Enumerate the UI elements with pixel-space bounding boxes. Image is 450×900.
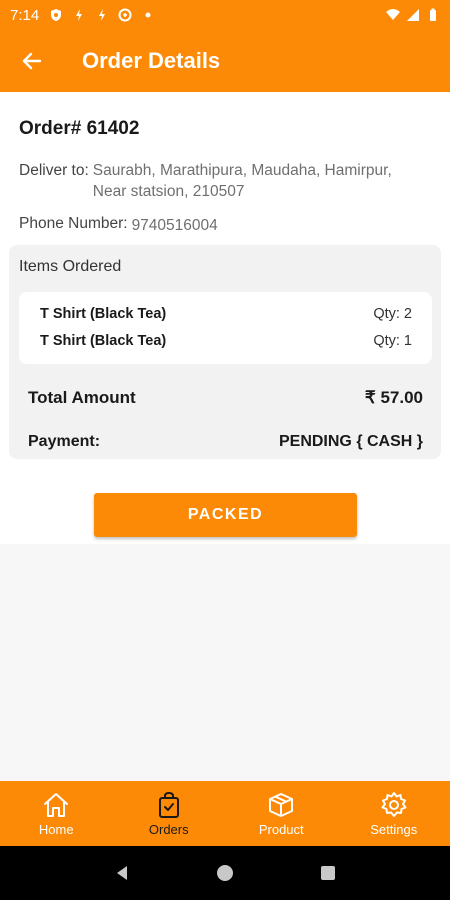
deliver-value: Saurabh, Marathipura, Maudaha, Hamirpur,…: [92, 162, 392, 200]
bolt-icon: [99, 9, 106, 21]
item-qty: Qty: 1: [373, 333, 412, 349]
items-title: Items Ordered: [19, 258, 122, 275]
nav-item-settings[interactable]: Settings: [338, 781, 450, 846]
items-list: T Shirt (Black Tea) Qty: 2 T Shirt (Blac…: [19, 292, 432, 364]
nav-label-product: Product: [258, 822, 304, 837]
payment-value: PENDING { CASH }: [278, 433, 423, 450]
recents-square-icon[interactable]: [318, 863, 338, 883]
items-card: Items Ordered T Shirt (Black Tea) Qty: 2…: [9, 245, 441, 459]
status-time: 7:14: [10, 6, 40, 24]
nav-label-orders: Orders: [148, 822, 189, 837]
phone-label: Phone Number:: [19, 215, 128, 232]
list-item: T Shirt (Black Tea) Qty: 1: [19, 333, 432, 360]
item-name: T Shirt (Black Tea): [40, 306, 167, 322]
sync-icon: [118, 8, 132, 22]
shield-icon: [51, 9, 62, 21]
settings-icon: [381, 792, 407, 817]
status-bar: 7:14: [0, 0, 450, 30]
system-nav-bar: [0, 846, 450, 900]
list-item: T Shirt (Black Tea) Qty: 2: [19, 306, 432, 333]
item-qty: Qty: 2: [373, 306, 412, 322]
deliver-label: Deliver to:: [19, 162, 89, 179]
app-bar: Order Details: [0, 30, 450, 92]
total-label: Total Amount: [28, 388, 136, 407]
item-name: T Shirt (Black Tea): [40, 333, 167, 349]
bolt-icon: [76, 9, 83, 21]
order-details-content: Order# 61402 Deliver to: Saurabh, Marath…: [0, 92, 450, 544]
bottom-nav: Home Orders Product Settings: [0, 781, 450, 846]
payment-label: Payment:: [28, 433, 101, 450]
orders-icon: [158, 791, 179, 818]
dot-icon: [145, 12, 151, 18]
nav-item-home[interactable]: Home: [0, 781, 113, 846]
product-icon: [269, 793, 294, 817]
nav-label-settings: Settings: [370, 822, 418, 837]
page-title: Order Details: [82, 48, 221, 73]
phone-value: 9740516004: [131, 217, 218, 234]
nav-item-orders[interactable]: Orders: [113, 781, 226, 846]
nav-label-home: Home: [38, 822, 74, 837]
payment-row: Payment: PENDING { CASH }: [28, 433, 423, 451]
home-icon: [44, 793, 69, 817]
wifi-icon: [386, 9, 400, 20]
back-triangle-icon[interactable]: [112, 863, 132, 883]
packed-button[interactable]: PACKED: [94, 493, 357, 537]
signal-icon: [407, 9, 419, 21]
home-circle-icon[interactable]: [215, 863, 235, 883]
battery-icon: [430, 8, 436, 21]
phone-number: Phone Number: 9740516004: [19, 215, 450, 236]
arrow-left-icon: [22, 52, 42, 70]
total-value: ₹ 57.00: [364, 388, 423, 407]
nav-item-product[interactable]: Product: [225, 781, 338, 846]
total-amount-row: Total Amount ₹ 57.00: [28, 388, 423, 408]
delivery-address: Deliver to: Saurabh, Marathipura, Maudah…: [19, 160, 423, 202]
order-number: Order# 61402: [19, 118, 140, 139]
back-button[interactable]: [0, 30, 64, 92]
